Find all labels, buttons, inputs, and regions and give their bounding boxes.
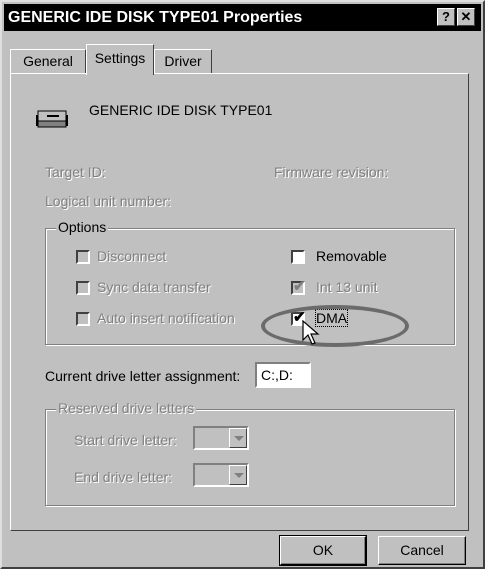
- tab-driver-label: Driver: [164, 53, 202, 69]
- sync-data-transfer-label: Sync data transfer: [97, 279, 211, 295]
- tab-settings[interactable]: Settings: [86, 44, 154, 75]
- mouse-pointer-icon: [302, 320, 320, 345]
- tab-general[interactable]: General: [10, 49, 86, 74]
- title-bar[interactable]: GENERIC IDE DISK TYPE01 Properties ? ✕: [4, 4, 481, 31]
- help-button[interactable]: ?: [437, 8, 455, 26]
- sync-data-transfer-checkbox[interactable]: [76, 281, 90, 295]
- int13-unit-checkbox[interactable]: ✔: [291, 278, 306, 295]
- int13-unit-label: Int 13 unit: [316, 279, 378, 295]
- disconnect-checkbox[interactable]: [76, 250, 90, 264]
- options-legend: Options: [56, 219, 109, 235]
- reserved-legend: Reserved drive letters: [56, 400, 197, 416]
- logical-unit-number-label: Logical unit number:: [45, 193, 172, 209]
- window-title: GENERIC IDE DISK TYPE01 Properties: [8, 9, 303, 26]
- disconnect-label: Disconnect: [97, 248, 167, 264]
- end-drive-letter-select[interactable]: [193, 463, 249, 487]
- auto-insert-notification-label: Auto insert notification: [97, 310, 235, 326]
- drive-letter-assignment-label: Current drive letter assignment:: [45, 368, 241, 384]
- end-drive-letter-label: End drive letter:: [74, 469, 173, 485]
- highlight-ellipse: [261, 305, 409, 347]
- chevron-down-icon[interactable]: [229, 465, 247, 485]
- removable-label: Removable: [316, 248, 387, 264]
- int13-check-icon: ✔: [293, 278, 306, 295]
- firmware-revision-label: Firmware revision:: [274, 164, 389, 180]
- ok-button[interactable]: OK: [279, 535, 367, 566]
- start-drive-letter-select[interactable]: [193, 426, 249, 450]
- drive-letter-field: C:,D:: [255, 362, 311, 388]
- target-id-label: Target ID:: [45, 164, 106, 180]
- removable-checkbox[interactable]: [291, 250, 305, 264]
- device-name: GENERIC IDE DISK TYPE01: [89, 102, 273, 118]
- auto-insert-notification-checkbox[interactable]: [76, 312, 90, 326]
- tab-driver[interactable]: Driver: [154, 49, 212, 74]
- reserved-drive-letters-group: Reserved drive letters: [45, 400, 455, 506]
- tab-general-label: General: [23, 53, 73, 69]
- start-drive-letter-label: Start drive letter:: [74, 432, 177, 448]
- close-button[interactable]: ✕: [457, 8, 475, 26]
- cancel-button[interactable]: Cancel: [378, 536, 466, 565]
- chevron-down-icon[interactable]: [229, 428, 247, 448]
- tab-settings-label: Settings: [94, 50, 146, 66]
- drive-icon: [36, 110, 68, 128]
